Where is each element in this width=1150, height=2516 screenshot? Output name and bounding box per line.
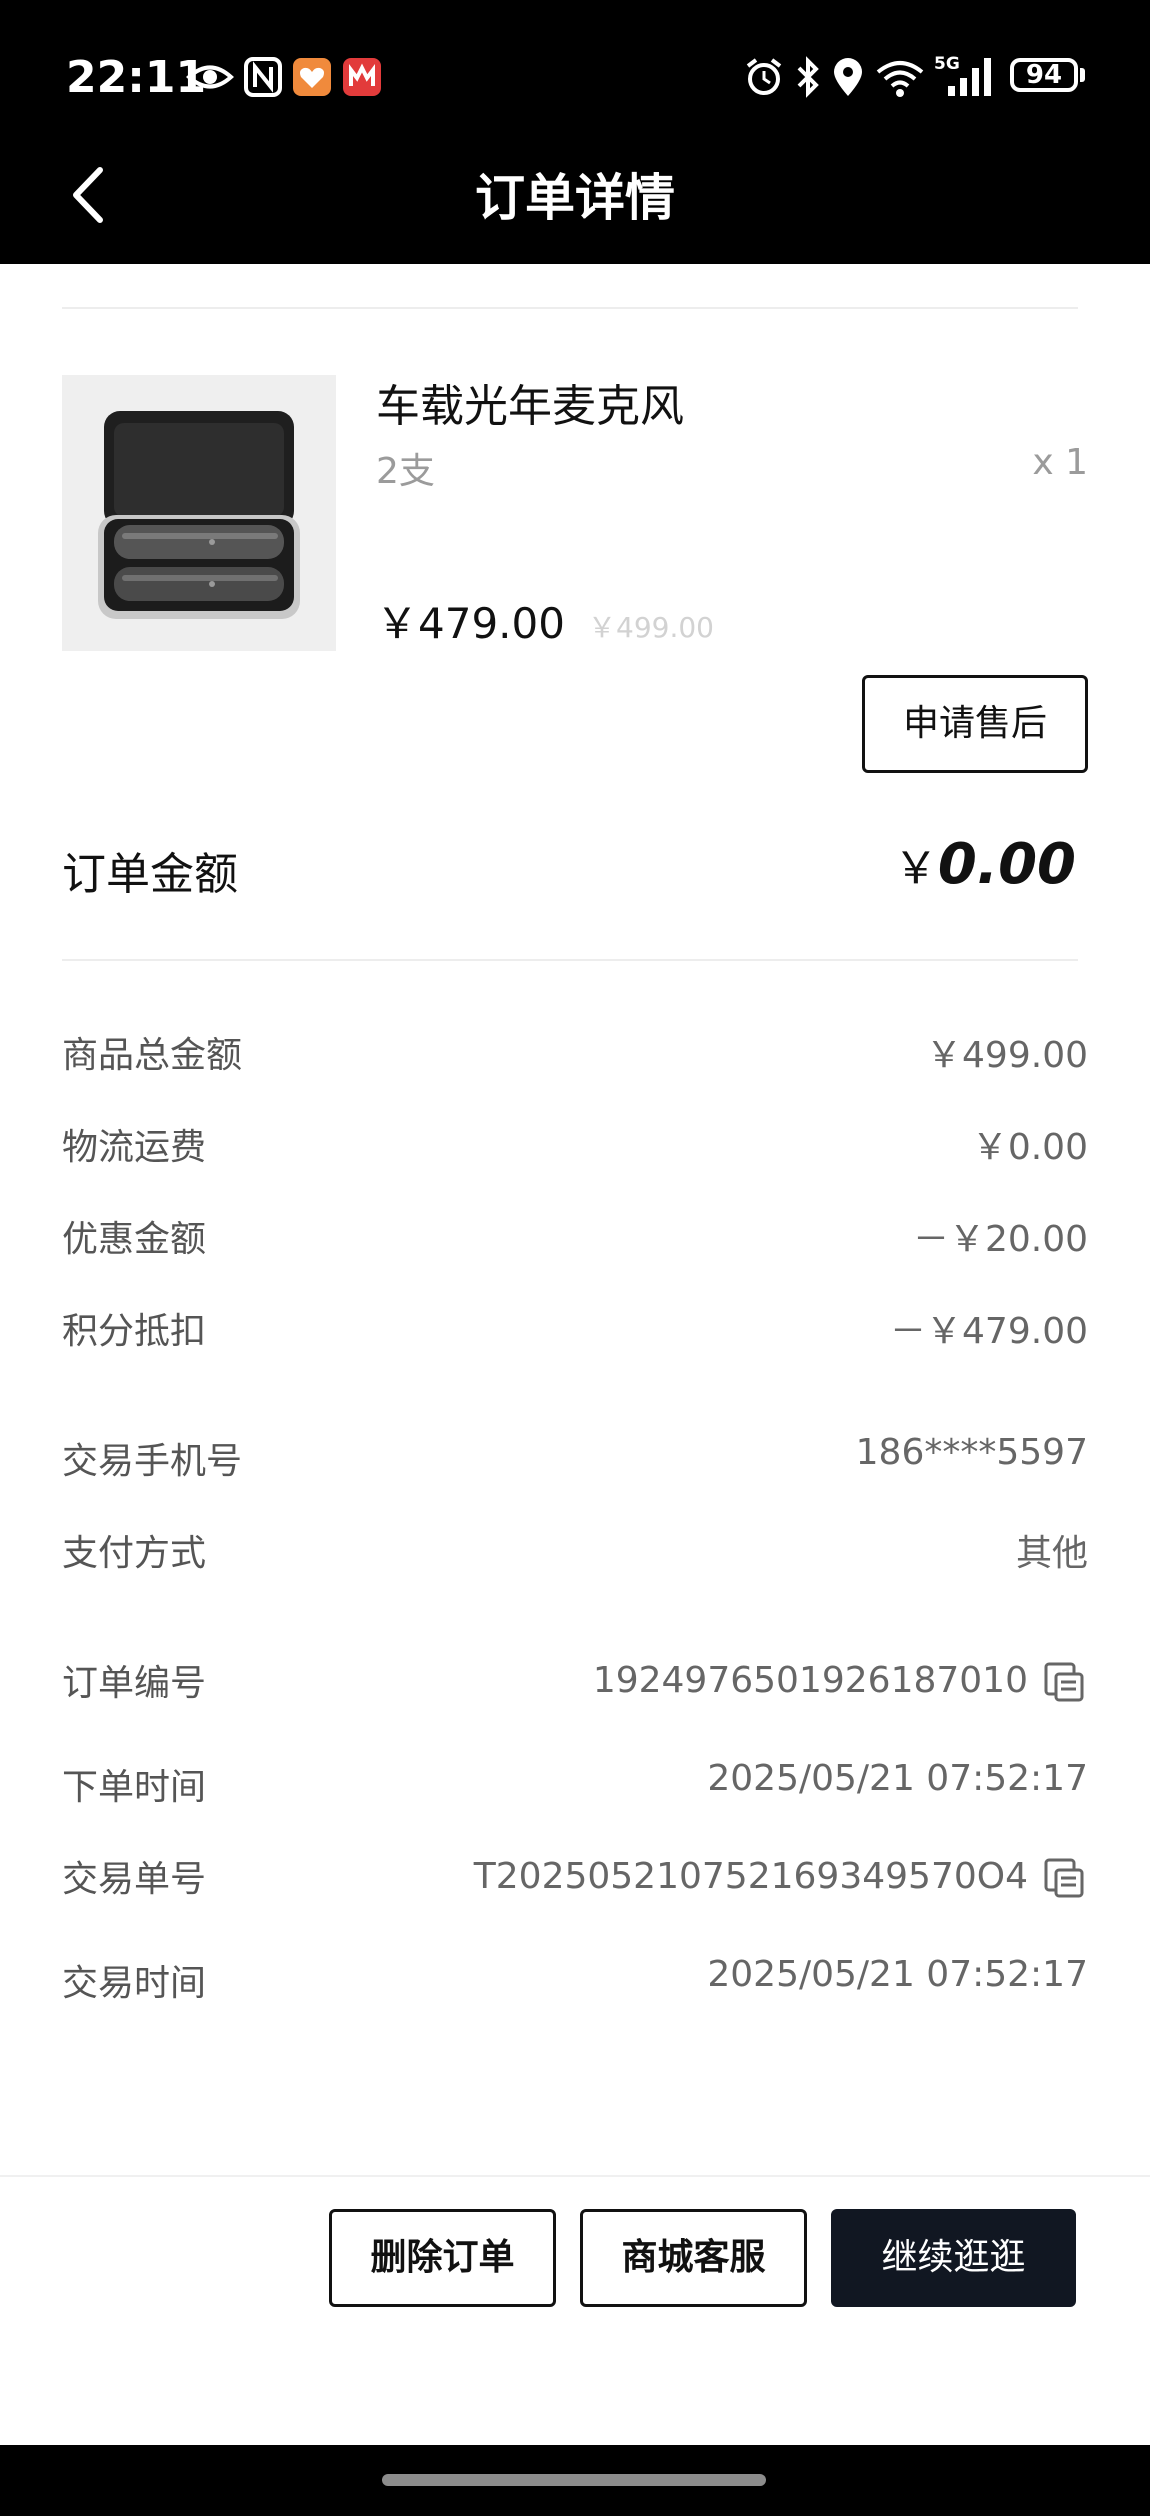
order-total-value: ￥0.00	[894, 832, 1076, 897]
product-quantity: x 1	[1032, 442, 1088, 483]
battery-indicator: 94	[1010, 58, 1078, 92]
continue-shopping-label: 继续逛逛	[881, 2237, 1026, 2278]
continue-shopping-button[interactable]: 继续逛逛	[831, 2209, 1076, 2307]
customer-service-label: 商城客服	[621, 2237, 766, 2278]
page-title: 订单详情	[475, 169, 675, 227]
order-number-label: 订单编号	[62, 1663, 207, 1704]
product-image[interactable]	[62, 375, 336, 651]
product-name: 车载光年麦克风	[376, 381, 684, 432]
alarm-icon	[746, 58, 782, 95]
home-indicator[interactable]	[382, 2474, 766, 2486]
payment-method-label: 支付方式	[62, 1533, 207, 1574]
order-total-currency: ￥	[893, 843, 938, 894]
payment-method-value: 其他	[1015, 1533, 1088, 1574]
bank-app-icon	[343, 58, 381, 96]
trade-time-value: 2025/05/21 07:52:17	[707, 1954, 1088, 1995]
trade-time-label: 交易时间	[62, 1963, 207, 2004]
location-icon	[834, 58, 862, 96]
bottom-bar-divider	[0, 2175, 1150, 2177]
order-time-value: 2025/05/21 07:52:17	[707, 1758, 1088, 1799]
delete-order-label: 删除订单	[370, 2237, 515, 2278]
eye-icon	[186, 65, 234, 89]
delete-order-button[interactable]: 删除订单	[329, 2209, 556, 2307]
copy-trade-number-icon[interactable]	[1042, 1856, 1086, 1900]
order-time-label: 下单时间	[62, 1767, 207, 1808]
order-total-amount: 0.00	[937, 832, 1076, 897]
trade-number-label: 交易单号	[62, 1859, 207, 1900]
points-deduction-label: 积分抵扣	[62, 1311, 207, 1352]
battery-tip	[1080, 68, 1085, 82]
trade-phone-label: 交易手机号	[62, 1441, 243, 1482]
order-number-value: 1924976501926187010	[592, 1660, 1028, 1701]
5g-signal-icon: 5G	[934, 52, 998, 98]
goods-total-value: ￥499.00	[926, 1035, 1088, 1076]
nfc-icon	[244, 57, 282, 97]
after-sale-label: 申请售后	[902, 703, 1047, 744]
discount-label: 优惠金额	[62, 1219, 207, 1260]
trade-phone-value: 186****5597	[855, 1432, 1088, 1473]
wifi-icon	[876, 61, 924, 97]
trade-number-value: T202505210752169349570О4	[473, 1856, 1028, 1897]
product-original-price: ￥499.00	[588, 611, 714, 644]
health-app-icon	[293, 58, 331, 96]
total-divider	[62, 959, 1078, 961]
shipping-fee-label: 物流运费	[62, 1127, 207, 1168]
goods-total-label: 商品总金额	[62, 1035, 243, 1076]
top-divider	[62, 307, 1078, 309]
product-spec: 2支	[376, 451, 435, 492]
bluetooth-icon	[797, 56, 819, 98]
discount-value: －￥20.00	[912, 1219, 1088, 1260]
product-price: ￥479.00	[376, 599, 565, 648]
order-total-label: 订单金额	[62, 849, 238, 900]
customer-service-button[interactable]: 商城客服	[580, 2209, 807, 2307]
microphone-case-image	[98, 411, 300, 619]
copy-order-number-icon[interactable]	[1042, 1660, 1086, 1704]
shipping-fee-value: ￥0.00	[971, 1127, 1088, 1168]
points-deduction-value: －￥479.00	[890, 1311, 1088, 1352]
after-sale-button[interactable]: 申请售后	[862, 675, 1088, 773]
